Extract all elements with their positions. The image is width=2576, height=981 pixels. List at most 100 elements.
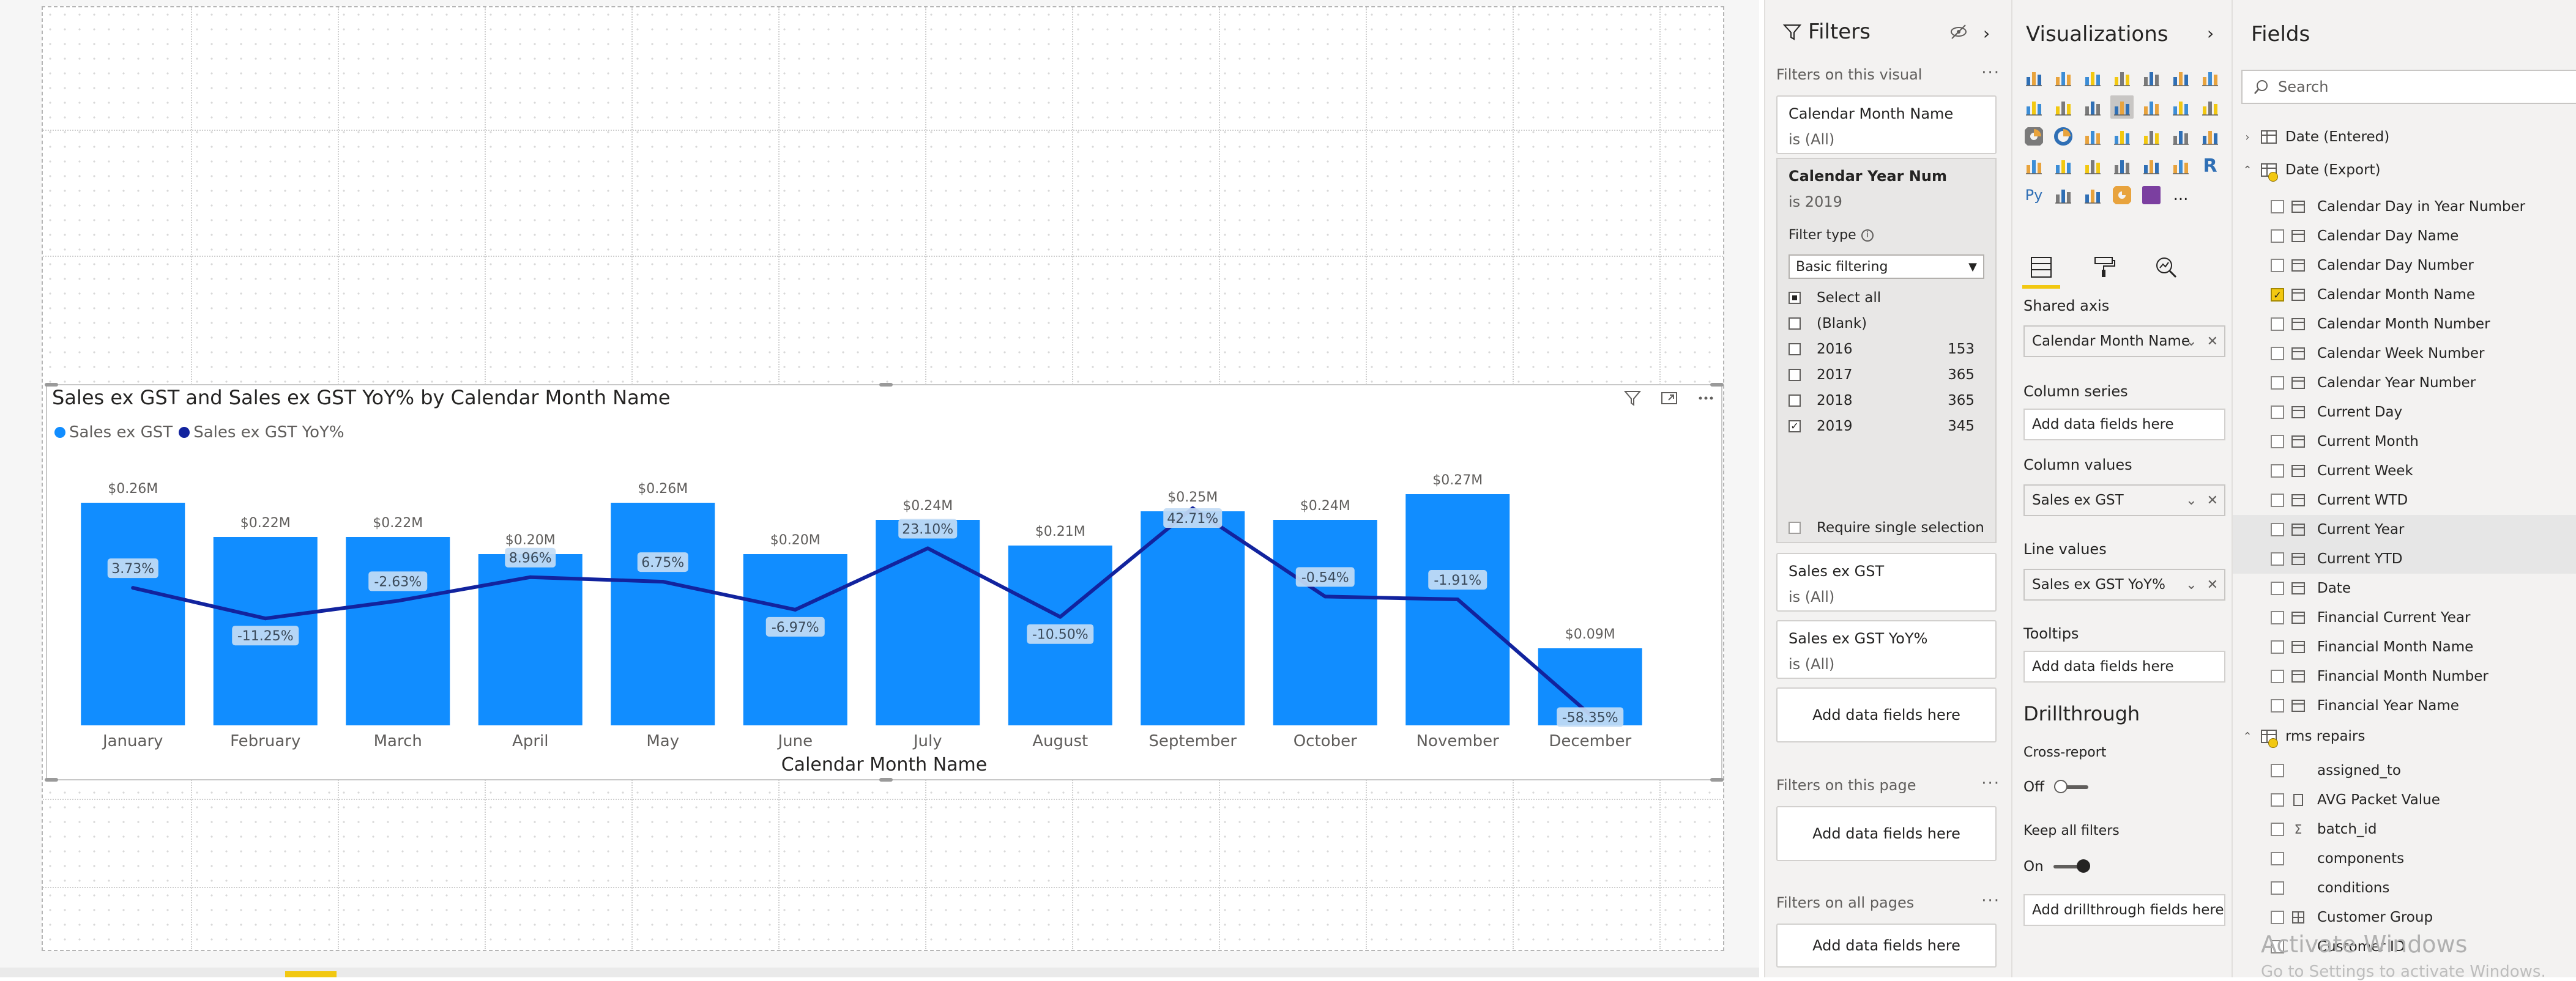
filter-item-checkbox[interactable]: [1789, 394, 1801, 407]
field-checkbox[interactable]: [2271, 229, 2284, 243]
cross-report-toggle[interactable]: Off: [2023, 779, 2088, 795]
field-checkbox[interactable]: [2271, 347, 2284, 360]
filter-item-checkbox[interactable]: [1789, 317, 1801, 330]
ribbon-chart-icon[interactable]: [2140, 95, 2163, 119]
chevron-down-icon[interactable]: ⌄: [2186, 493, 2197, 508]
line-point[interactable]: [1323, 594, 1327, 599]
filter-card-sales[interactable]: Sales ex GST is (All): [1776, 553, 1997, 612]
field-row[interactable]: Calendar Day in Year Number: [2233, 192, 2576, 221]
filter-item-checkbox[interactable]: ✓: [1789, 420, 1801, 432]
bar[interactable]: [876, 520, 980, 725]
bar[interactable]: [81, 503, 185, 725]
add-all-pages-filter-fields[interactable]: Add data fields here: [1776, 924, 1997, 968]
close-icon[interactable]: ✕: [2207, 334, 2218, 349]
field-row[interactable]: conditions: [2233, 873, 2576, 903]
field-row[interactable]: Financial Current Year: [2233, 603, 2576, 632]
field-checkbox[interactable]: [2271, 764, 2284, 777]
field-checkbox[interactable]: [2271, 699, 2284, 713]
multi-row-card-icon[interactable]: [2052, 154, 2075, 177]
field-row[interactable]: Current Day: [2233, 398, 2576, 427]
field-row[interactable]: Date: [2233, 574, 2576, 603]
filter-item-checkbox[interactable]: [1789, 292, 1801, 304]
stacked-area-chart-icon[interactable]: [2052, 95, 2075, 119]
field-checkbox[interactable]: [2271, 494, 2284, 507]
bar[interactable]: [346, 537, 450, 725]
field-checkbox[interactable]: [2271, 670, 2284, 683]
field-checkbox[interactable]: [2271, 259, 2284, 272]
clustered-bar-chart-icon[interactable]: [2081, 66, 2104, 89]
slicer-icon[interactable]: [2110, 154, 2134, 177]
gauge-icon[interactable]: [2198, 125, 2222, 148]
table-date-export[interactable]: ⌃ Date (Export): [2233, 155, 2576, 185]
column-values-well[interactable]: Sales ex GST ⌄ ✕: [2023, 484, 2225, 516]
bar[interactable]: [1273, 520, 1377, 725]
globe-visual-icon[interactable]: [2110, 183, 2134, 207]
line-point[interactable]: [263, 616, 267, 621]
field-checkbox[interactable]: [2271, 317, 2284, 331]
decomposition-tree-icon[interactable]: [2081, 183, 2104, 207]
100-stacked-bar-chart-icon[interactable]: [2140, 66, 2163, 89]
field-checkbox[interactable]: [2271, 435, 2284, 448]
field-checkbox[interactable]: [2271, 611, 2284, 624]
python-visual-icon[interactable]: Py: [2022, 183, 2046, 207]
kpi-icon[interactable]: [2081, 154, 2104, 177]
combo-chart-visual[interactable]: Sales ex GST and Sales ex GST YoY% by Ca…: [45, 383, 1724, 782]
line-point[interactable]: [793, 607, 797, 612]
line-clustered-column-icon[interactable]: [2081, 95, 2104, 119]
bar[interactable]: [1141, 511, 1245, 725]
more-visuals-icon[interactable]: ...: [2169, 183, 2192, 207]
filled-map-icon[interactable]: [2140, 125, 2163, 148]
waterfall-chart-icon[interactable]: [2169, 95, 2192, 119]
search-input[interactable]: Search: [2241, 70, 2576, 104]
pie-chart-icon[interactable]: [2022, 125, 2046, 148]
line-point[interactable]: [1456, 598, 1460, 602]
require-single-checkbox[interactable]: [1789, 522, 1801, 534]
donut-chart-icon[interactable]: [2052, 125, 2075, 148]
analytics-magnifier-icon[interactable]: [2147, 250, 2185, 285]
map-icon[interactable]: [2110, 125, 2134, 148]
line-chart-icon[interactable]: [2198, 66, 2222, 89]
field-checkbox[interactable]: [2271, 523, 2284, 536]
stacked-bar-chart-icon[interactable]: [2022, 66, 2046, 89]
report-canvas[interactable]: Sales ex GST and Sales ex GST YoY% by Ca…: [0, 0, 1759, 977]
field-checkbox[interactable]: [2271, 852, 2284, 865]
field-row[interactable]: AVG Packet Value: [2233, 785, 2576, 815]
custom-visual-icon[interactable]: [2140, 183, 2163, 207]
bar[interactable]: [1405, 494, 1510, 725]
field-checkbox[interactable]: [2271, 823, 2284, 836]
collapse-chevron-icon[interactable]: ›: [1983, 23, 1990, 43]
bar[interactable]: [611, 503, 715, 725]
line-values-well[interactable]: Sales ex GST YoY% ⌄ ✕: [2023, 569, 2225, 601]
field-checkbox[interactable]: [2271, 793, 2284, 807]
field-checkbox[interactable]: [2271, 464, 2284, 478]
filter-type-dropdown[interactable]: Basic filtering ▼: [1789, 254, 1984, 279]
treemap-icon[interactable]: [2081, 125, 2104, 148]
field-row[interactable]: Current Month: [2233, 427, 2576, 456]
field-checkbox[interactable]: [2271, 911, 2284, 924]
eye-hide-icon[interactable]: [1949, 22, 1968, 44]
matrix-icon[interactable]: [2169, 154, 2192, 177]
add-page-filter-fields[interactable]: Add data fields here: [1776, 806, 1997, 861]
fields-tab-icon[interactable]: [2022, 250, 2060, 289]
filter-item-2016[interactable]: 2016 153: [1789, 341, 1986, 357]
require-single-selection[interactable]: Require single selection: [1789, 520, 1984, 536]
filter-item-checkbox[interactable]: [1789, 369, 1801, 381]
filter-item-blank[interactable]: (Blank): [1789, 316, 1986, 331]
table-icon[interactable]: [2140, 154, 2163, 177]
more-options-icon[interactable]: ···: [1981, 64, 2000, 82]
field-row[interactable]: Customer Group: [2233, 903, 2576, 932]
add-visual-filter-fields[interactable]: Add data fields here: [1776, 687, 1997, 742]
field-checkbox[interactable]: [2271, 376, 2284, 390]
line-point[interactable]: [396, 599, 400, 603]
100-stacked-column-chart-icon[interactable]: [2169, 66, 2192, 89]
more-options-icon[interactable]: ···: [1981, 892, 2000, 910]
line-point[interactable]: [1058, 615, 1062, 619]
field-row[interactable]: assigned_to: [2233, 756, 2576, 785]
filter-card-calendar-year[interactable]: Calendar Year Num is 2019 Filter type i …: [1776, 158, 1997, 543]
field-row[interactable]: Financial Year Name: [2233, 691, 2576, 720]
filter-card-calendar-month[interactable]: Calendar Month Name is (All): [1776, 95, 1997, 154]
field-checkbox[interactable]: [2271, 640, 2284, 654]
chevron-down-icon[interactable]: ⌄: [2186, 334, 2197, 349]
add-drillthrough-well[interactable]: Add drillthrough fields here: [2023, 894, 2225, 926]
field-checkbox[interactable]: [2271, 552, 2284, 566]
